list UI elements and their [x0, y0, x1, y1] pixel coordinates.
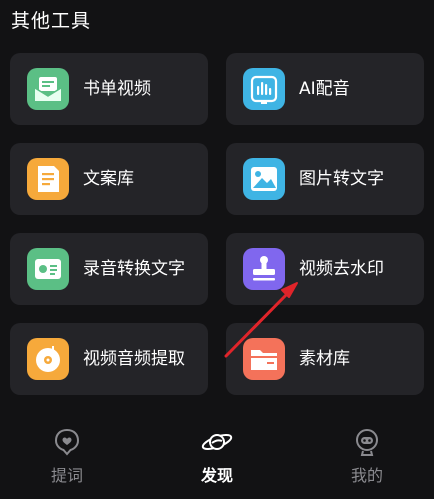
robot-face-icon	[356, 429, 378, 456]
tool-copy-library[interactable]: 文案库	[10, 143, 208, 215]
tool-ai-voice[interactable]: AI配音	[226, 53, 424, 125]
tab-label: 提词	[50, 466, 83, 485]
planet-icon	[201, 434, 233, 450]
recorder-icon	[27, 248, 69, 290]
tab-prompter[interactable]: 提词	[17, 412, 117, 499]
image-icon	[243, 158, 285, 200]
document-icon	[27, 158, 69, 200]
folder-icon	[243, 338, 285, 380]
heart-chat-icon	[54, 428, 80, 456]
tool-recording-to-text[interactable]: 录音转换文字	[10, 233, 208, 305]
tool-label: 视频去水印	[299, 259, 384, 279]
disc-icon	[27, 338, 69, 380]
tab-label: 发现	[200, 466, 233, 485]
tool-label: 录音转换文字	[83, 259, 185, 279]
book-video-icon	[27, 68, 69, 110]
ai-voice-icon	[243, 68, 285, 110]
tool-label: AI配音	[299, 79, 350, 99]
tool-remove-watermark[interactable]: 视频去水印	[226, 233, 424, 305]
stamp-icon	[243, 248, 285, 290]
tool-label: 素材库	[299, 349, 350, 369]
section-title: 其他工具	[11, 10, 92, 32]
tool-image-to-text[interactable]: 图片转文字	[226, 143, 424, 215]
tab-mine[interactable]: 我的	[317, 412, 417, 499]
tool-label: 图片转文字	[299, 169, 384, 189]
bottom-tab-bar: 提词 发现 我的	[0, 412, 434, 499]
tool-extract-audio[interactable]: 视频音频提取	[10, 323, 208, 395]
tool-material-library[interactable]: 素材库	[226, 323, 424, 395]
tool-book-video[interactable]: 书单视频	[10, 53, 208, 125]
tab-label: 我的	[350, 466, 383, 485]
tool-label: 视频音频提取	[83, 349, 185, 369]
tab-discover[interactable]: 发现	[167, 412, 267, 499]
tools-screen: 其他工具 书单视频 AI配音 文案库 图片转文字 录音转换文字 视频去水印 视频…	[0, 0, 434, 499]
tool-label: 文案库	[83, 169, 134, 189]
tool-label: 书单视频	[83, 79, 151, 99]
